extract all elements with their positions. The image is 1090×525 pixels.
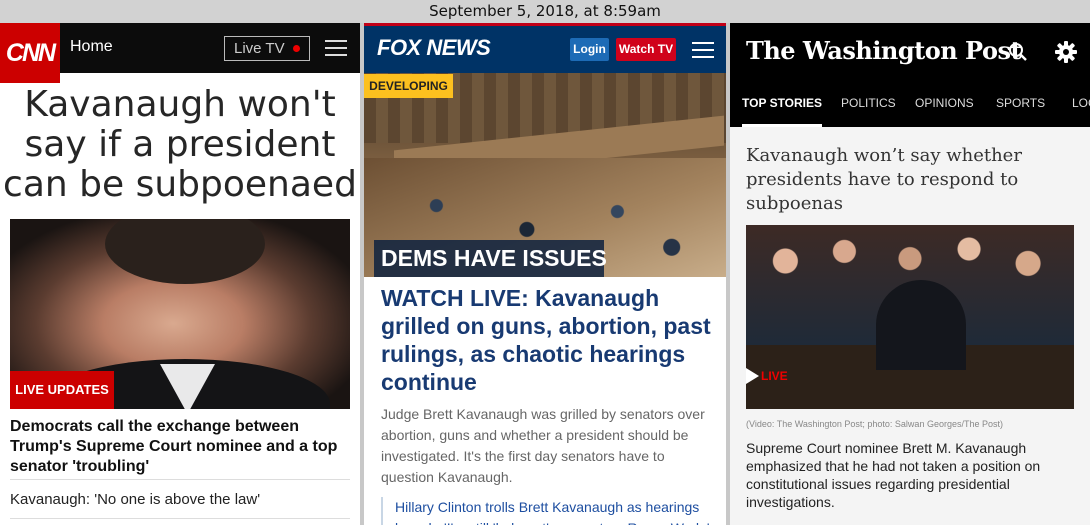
hamburger-menu-icon[interactable] bbox=[325, 40, 347, 56]
fox-panel: FOX NEWS Login Watch TV DEVELOPING DEMS … bbox=[364, 23, 726, 525]
cnn-home-link[interactable]: Home bbox=[70, 38, 113, 56]
live-label: LIVE bbox=[761, 369, 788, 383]
divider bbox=[10, 518, 350, 519]
live-video-badge[interactable]: LIVE bbox=[746, 368, 788, 384]
fox-header: FOX NEWS Login Watch TV bbox=[364, 23, 726, 73]
tab-sports[interactable]: SPORTS bbox=[996, 80, 1045, 127]
wapo-headline[interactable]: Kavanaugh won’t say whether presidents h… bbox=[746, 144, 1076, 216]
developing-badge: DEVELOPING bbox=[364, 74, 453, 98]
photo-credit: (Video: The Washington Post; photo: Salw… bbox=[746, 419, 1003, 429]
cnn-logo[interactable]: CNN bbox=[0, 23, 60, 83]
timestamp-banner: September 5, 2018, at 8:59am bbox=[0, 0, 1090, 23]
fox-news-logo[interactable]: FOX NEWS bbox=[377, 35, 491, 61]
wapo-header: The Washington Post bbox=[730, 23, 1090, 80]
cnn-headline[interactable]: Kavanaugh won't say if a president can b… bbox=[0, 85, 360, 205]
play-icon bbox=[746, 368, 759, 384]
fox-related-link[interactable]: Hillary Clinton trolls Brett Kavanaugh a… bbox=[381, 497, 716, 525]
cnn-live-tv-label: Live TV bbox=[234, 40, 285, 57]
washington-post-logo[interactable]: The Washington Post bbox=[746, 36, 1022, 65]
tab-opinions[interactable]: OPINIONS bbox=[915, 80, 974, 127]
wapo-blurb: Supreme Court nominee Brett M. Kavanaugh… bbox=[746, 440, 1041, 510]
watch-tv-button[interactable]: Watch TV bbox=[616, 38, 676, 61]
live-updates-badge: LIVE UPDATES bbox=[10, 371, 114, 409]
cnn-related-link[interactable]: Kavanaugh: 'No one is above the law' bbox=[10, 491, 260, 508]
tab-top-stories[interactable]: TOP STORIES bbox=[742, 80, 823, 127]
hamburger-menu-icon[interactable] bbox=[692, 42, 714, 58]
fox-summary: Judge Brett Kavanaugh was grilled by sen… bbox=[381, 406, 705, 485]
divider bbox=[10, 479, 350, 480]
live-dot-icon bbox=[293, 45, 300, 52]
search-icon[interactable] bbox=[1008, 42, 1028, 62]
cnn-live-tv-button[interactable]: Live TV bbox=[224, 36, 310, 61]
fox-headline[interactable]: WATCH LIVE: Kavanaugh grilled on guns, a… bbox=[381, 284, 716, 396]
login-button[interactable]: Login bbox=[570, 38, 609, 61]
wapo-section-nav: TOP STORIES POLITICS OPINIONS SPORTS LOC… bbox=[730, 80, 1090, 127]
photo-detail bbox=[105, 219, 265, 284]
wapo-panel: The Washington Post TOP STORIES POLITICS… bbox=[730, 23, 1090, 525]
tab-local[interactable]: LOCAL bbox=[1072, 80, 1090, 127]
gear-icon[interactable] bbox=[1055, 41, 1077, 63]
cnn-panel: CNN Home Live TV Kavanaugh won't say if … bbox=[0, 23, 360, 525]
cnn-subheadline[interactable]: Democrats call the exchange between Trum… bbox=[10, 417, 350, 477]
wapo-lead-video[interactable] bbox=[746, 225, 1074, 409]
photo-detail bbox=[876, 280, 966, 370]
cnn-header: CNN Home Live TV bbox=[0, 23, 360, 83]
photo-caption: DEMS HAVE ISSUES bbox=[374, 240, 607, 277]
tab-politics[interactable]: POLITICS bbox=[841, 80, 896, 127]
